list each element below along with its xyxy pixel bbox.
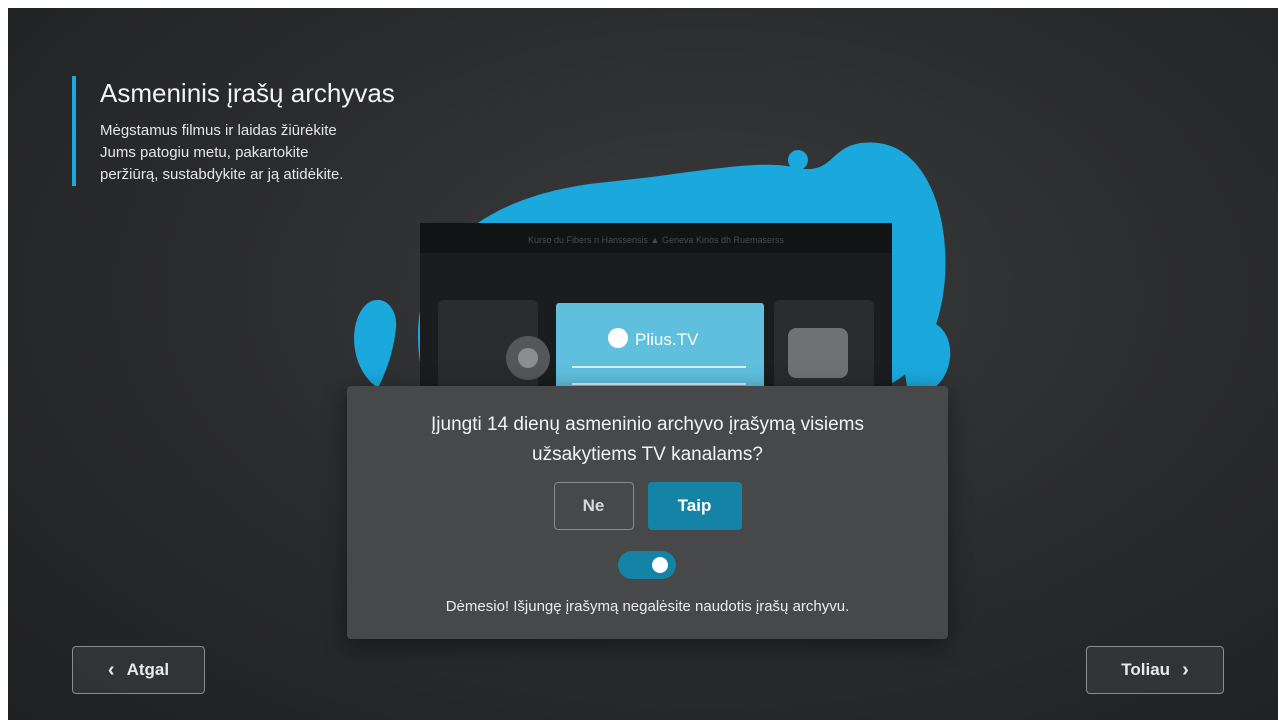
dialog-question-line-1: Įjungti 14 dienų asmeninio archyvo įrašy… — [431, 414, 864, 435]
archive-confirm-dialog: Įjungti 14 dienų asmeninio archyvo įrašy… — [347, 386, 948, 639]
intro-line-2: Jums patogiu metu, pakartokite — [100, 144, 309, 161]
blue-splash-left — [354, 299, 397, 388]
blue-splash-right — [898, 319, 951, 395]
next-button-label: Toliau — [1121, 660, 1171, 679]
blue-dot — [788, 150, 808, 170]
dialog-question-line-2: užsakytiems TV kanalams? — [532, 444, 763, 465]
page-title: Asmeninis įrašų archyvas — [100, 78, 395, 108]
yes-button[interactable]: Taip — [647, 482, 742, 530]
dialog-warning: Dėmesio! Išjungę įrašymą negalėsite naud… — [445, 598, 850, 615]
cassette-top-text: Kurso du Fibers n Hanssensis ▲ Geneva Ki… — [528, 235, 785, 245]
no-button[interactable]: Ne — [553, 482, 634, 530]
toggle-knob — [652, 557, 668, 573]
back-button-label: Atgal — [126, 660, 170, 679]
cassette-brand: Plius.TV — [635, 330, 699, 349]
intro-line-3: peržiūrą, sustabdykite ar ją atidėkite. — [100, 166, 344, 183]
dialog-button-row: Ne Taip — [347, 482, 948, 530]
chevron-right-icon: › — [1182, 659, 1189, 681]
chevron-left-icon: ‹ — [107, 659, 115, 681]
reel-left-hub — [518, 348, 538, 368]
dialog-question: Įjungti 14 dienų asmeninio archyvo įrašy… — [387, 410, 908, 470]
back-button[interactable]: ‹ Atgal — [72, 646, 205, 694]
recording-toggle[interactable] — [618, 551, 676, 579]
tv-logo-icon — [608, 328, 628, 348]
tv-screen: Asmeninis įrašų archyvas Mėgstamus filmu… — [8, 8, 1278, 720]
reel-right — [788, 328, 848, 378]
next-button[interactable]: Toliau › — [1086, 646, 1224, 694]
intro-line-1: Mėgstamus filmus ir laidas žiūrėkite — [100, 122, 337, 139]
vhs-cassette-illustration: Kurso du Fibers n Hanssensis ▲ Geneva Ki… — [354, 142, 951, 428]
